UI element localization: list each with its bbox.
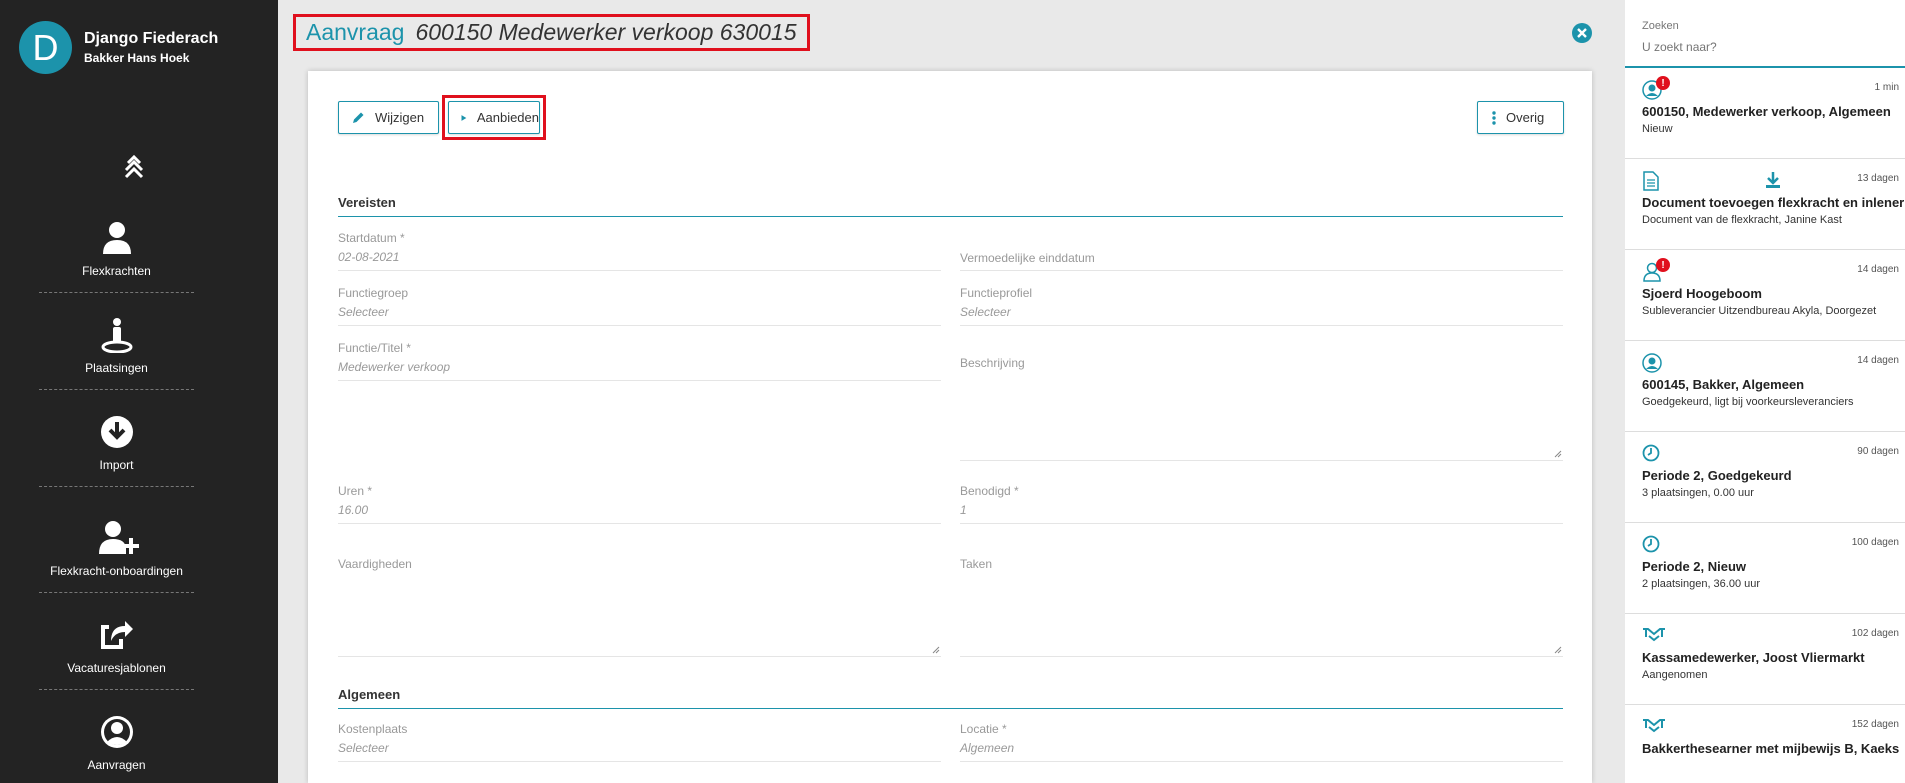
person-icon xyxy=(99,220,135,256)
search-label: Zoeken xyxy=(1642,20,1679,32)
page-title-prefix[interactable]: Aanvraag xyxy=(306,19,404,46)
beschrijving-field[interactable]: Beschrijving xyxy=(960,356,1563,461)
notification-item[interactable]: 152 dagen Bakkerthesearner met mijbewijs… xyxy=(1625,705,1905,783)
user-profile[interactable]: D Django Fiederach Bakker Hans Hoek xyxy=(19,21,218,74)
notification-item[interactable]: 100 dagen Periode 2, Nieuw 2 plaatsingen… xyxy=(1625,523,1905,614)
uren-field[interactable]: Uren * 16.00 xyxy=(338,484,941,524)
edit-button-label: Wijzigen xyxy=(375,110,425,125)
sidebar-item-aanvragen[interactable]: Aanvragen xyxy=(39,690,194,783)
alert-badge: ! xyxy=(1656,258,1670,272)
benodigd-field[interactable]: Benodigd * 1 xyxy=(960,484,1563,524)
import-icon xyxy=(99,414,135,450)
placement-icon xyxy=(99,317,135,354)
notification-item[interactable]: ! 1 min 600150, Medewerker verkoop, Alge… xyxy=(1625,68,1905,159)
pencil-icon xyxy=(353,112,364,123)
locatie-field[interactable]: Locatie * Algemeen xyxy=(960,722,1563,762)
sidebar-item-import[interactable]: Import xyxy=(39,390,194,487)
notification-item[interactable]: 90 dagen Periode 2, Goedgekeurd 3 plaats… xyxy=(1625,432,1905,523)
sidebar-item-label: Aanvragen xyxy=(87,758,146,772)
sidebar-nav: Flexkrachten Plaatsingen Import Flexkrac… xyxy=(39,196,194,783)
sidebar-item-label: Import xyxy=(99,458,134,472)
section-vereisten: Vereisten xyxy=(338,195,1563,217)
user-name: Django Fiederach xyxy=(84,30,219,47)
sidebar-item-vacaturesjablonen[interactable]: Vacaturesjablonen xyxy=(39,593,194,690)
functie-field[interactable]: Functie/Titel * Medewerker verkoop xyxy=(338,341,941,381)
clock-icon xyxy=(1642,535,1664,555)
notification-panel: Zoeken ! 1 min 600150, Medewerker verkoo… xyxy=(1625,0,1905,783)
more-button-label: Overig xyxy=(1506,110,1545,125)
handshake-icon xyxy=(1642,717,1665,737)
offer-button[interactable]: Aanbieden xyxy=(448,101,540,134)
notification-item[interactable]: 14 dagen 600145, Bakker, Algemeen Goedge… xyxy=(1625,341,1905,432)
page-title: Aanvraag 600150 Medewerker verkoop 63001… xyxy=(293,14,810,51)
sidebar-item-onboardingen[interactable]: Flexkracht-onboardingen xyxy=(39,487,194,593)
sidebar-item-flexkrachten[interactable]: Flexkrachten xyxy=(39,196,194,293)
sidebar-item-label: Flexkrachten xyxy=(82,264,151,278)
clock-icon xyxy=(1642,444,1664,464)
play-icon xyxy=(461,114,467,121)
download-icon[interactable] xyxy=(1765,171,1781,194)
resize-handle-icon[interactable] xyxy=(932,646,940,654)
user-company: Bakker Hans Hoek xyxy=(84,51,190,65)
functiegroep-field[interactable]: Functiegroep Selecteer xyxy=(338,286,941,326)
kostenplaats-field[interactable]: Kostenplaats Selecteer xyxy=(338,722,941,762)
sidebar-item-label: Flexkracht-onboardingen xyxy=(50,564,183,578)
alert-badge: ! xyxy=(1656,76,1670,90)
user-circle-icon: ! xyxy=(1642,76,1670,100)
search-input[interactable] xyxy=(1642,40,1888,54)
offer-button-label: Aanbieden xyxy=(476,110,539,125)
einddatum-field[interactable]: Vermoedelijke einddatum xyxy=(960,231,1563,271)
notification-item[interactable]: ! 14 dagen Sjoerd Hoogeboom Subleveranci… xyxy=(1625,250,1905,341)
sidebar-item-label: Vacaturesjablonen xyxy=(67,661,166,675)
handshake-icon xyxy=(1642,626,1665,646)
page-title-detail: 600150 Medewerker verkoop 630015 xyxy=(415,19,797,45)
notification-item[interactable]: 102 dagen Kassamedewerker, Joost Vlierma… xyxy=(1625,614,1905,705)
user-add-icon xyxy=(98,520,139,556)
sidebar-item-label: Plaatsingen xyxy=(85,361,148,375)
notification-item[interactable]: 13 dagen Document toevoegen flexkracht e… xyxy=(1625,159,1905,250)
functieprofiel-field[interactable]: Functieprofiel Selecteer xyxy=(960,286,1563,326)
resize-handle-icon[interactable] xyxy=(1554,450,1562,458)
vaardigheden-field[interactable]: Vaardigheden xyxy=(338,557,941,657)
more-vertical-icon xyxy=(1492,110,1496,125)
person-outline-icon: ! xyxy=(1642,258,1670,282)
edit-button[interactable]: Wijzigen xyxy=(338,101,439,134)
request-card: Wijzigen Aanbieden Overig Vereisten Star… xyxy=(308,71,1592,783)
more-button[interactable]: Overig xyxy=(1477,101,1564,134)
user-circle-icon xyxy=(99,714,135,750)
user-circle-icon xyxy=(1642,353,1664,373)
section-algemeen: Algemeen xyxy=(338,687,1563,709)
taken-field[interactable]: Taken xyxy=(960,557,1563,657)
share-icon xyxy=(99,617,135,653)
search-box: Zoeken xyxy=(1625,0,1905,68)
sidebar-item-plaatsingen[interactable]: Plaatsingen xyxy=(39,293,194,390)
resize-handle-icon[interactable] xyxy=(1554,646,1562,654)
sidebar: D Django Fiederach Bakker Hans Hoek Flex… xyxy=(0,0,278,783)
avatar: D xyxy=(19,21,72,74)
document-icon xyxy=(1642,171,1664,191)
collapse-up-icon[interactable] xyxy=(120,154,148,183)
close-icon[interactable] xyxy=(1572,23,1592,43)
startdatum-field[interactable]: Startdatum * 02-08-2021 xyxy=(338,231,941,271)
